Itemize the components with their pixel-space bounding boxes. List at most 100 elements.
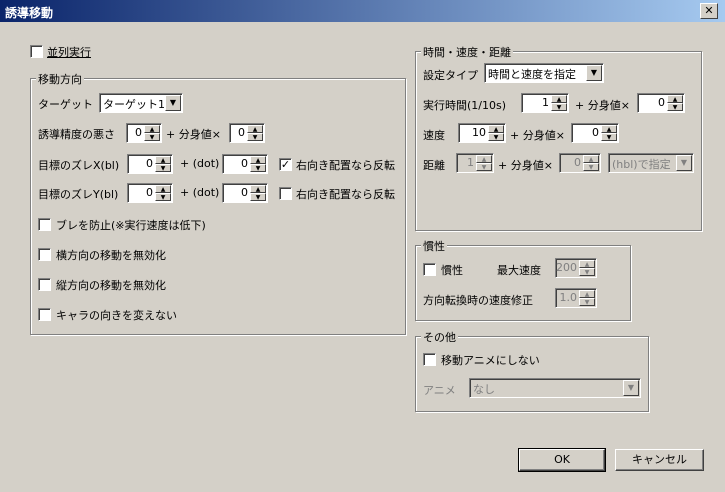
distance-spinner[interactable]: 1 ▲ ▼ [456, 153, 494, 173]
max-speed-label: 最大速度 [497, 264, 541, 277]
spin-down-icon[interactable]: ▼ [551, 103, 567, 111]
disable-vertical-label: 縦方向の移動を無効化 [56, 279, 166, 292]
distance-label: 距離 [423, 159, 445, 172]
accuracy-plus-label: + 分身値× [166, 128, 221, 141]
max-speed-spinner[interactable]: 200 ▲ ▼ [555, 258, 597, 278]
turn-speed-label: 方向転換時の速度修正 [423, 294, 533, 307]
spin-down-icon[interactable]: ▼ [488, 133, 504, 141]
setting-type-value: 時間と速度を指定 [488, 68, 576, 81]
exec-time-spinner[interactable]: 1 ▲ ▼ [521, 93, 569, 113]
spin-down-icon[interactable]: ▼ [155, 193, 171, 201]
spin-up-icon[interactable]: ▲ [667, 95, 683, 103]
chevron-down-icon[interactable]: ▼ [586, 65, 602, 81]
offset-y-spinner[interactable]: 0 ▲ ▼ [127, 183, 173, 203]
accuracy-spinner[interactable]: 0 ▲ ▼ [126, 123, 162, 143]
spin-down-icon[interactable]: ▼ [250, 193, 266, 201]
spin-up-icon[interactable]: ▲ [247, 125, 263, 133]
offset-y-dot-spinner[interactable]: 0 ▲ ▼ [222, 183, 268, 203]
max-speed-value: 200 [556, 261, 577, 274]
close-button[interactable]: ✕ [700, 3, 718, 19]
accuracy-bunshin-spinner[interactable]: 0 ▲ ▼ [229, 123, 265, 143]
spin-up-icon[interactable]: ▲ [579, 290, 595, 298]
offset-y-dot-value: 0 [241, 186, 248, 199]
disable-horizontal-label: 横方向の移動を無効化 [56, 249, 166, 262]
exec-time-bunshin-value: 0 [658, 96, 665, 109]
spin-up-icon[interactable]: ▲ [155, 156, 171, 164]
flip-x-checkbox[interactable]: ✓ [279, 158, 292, 171]
distance-bunshin-value: 0 [574, 156, 581, 169]
distance-unit-value: (hbl)で指定 [612, 158, 671, 171]
speed-bunshin-value: 0 [592, 126, 599, 139]
disable-horizontal-checkbox[interactable] [38, 248, 51, 261]
no-anim-label: 移動アニメにしない [441, 354, 540, 367]
spin-up-icon[interactable]: ▲ [476, 155, 492, 163]
offset-x-dot-spinner[interactable]: 0 ▲ ▼ [222, 154, 268, 174]
spin-up-icon[interactable]: ▲ [579, 260, 595, 268]
parallel-label: 並列実行 [47, 46, 91, 59]
spin-up-icon[interactable]: ▲ [250, 185, 266, 193]
exec-time-bunshin-spinner[interactable]: 0 ▲ ▼ [637, 93, 685, 113]
accuracy-bunshin-value: 0 [238, 126, 245, 139]
inertia-group [415, 245, 631, 321]
spin-down-icon[interactable]: ▼ [583, 163, 599, 171]
speed-spinner[interactable]: 10 ▲ ▼ [458, 123, 506, 143]
flip-x-label: 右向き配置なら反転 [296, 159, 395, 172]
prevent-jitter-label: ブレを防止(※実行速度は低下) [56, 219, 206, 232]
offset-x-dot-value: 0 [241, 157, 248, 170]
spin-down-icon[interactable]: ▼ [250, 164, 266, 172]
spin-up-icon[interactable]: ▲ [144, 125, 160, 133]
keep-direction-checkbox[interactable] [38, 308, 51, 321]
spin-down-icon[interactable]: ▼ [144, 133, 160, 141]
speed-bunshin-spinner[interactable]: 0 ▲ ▼ [571, 123, 619, 143]
setting-type-select[interactable]: 時間と速度を指定 ▼ [484, 63, 604, 83]
offset-x-dot-label: + (dot) [180, 157, 220, 170]
target-label: ターゲット [38, 98, 93, 111]
target-select[interactable]: ターゲット1 ▼ [99, 93, 183, 113]
spin-down-icon[interactable]: ▼ [601, 133, 617, 141]
anime-select[interactable]: なし ▼ [469, 378, 641, 398]
spin-up-icon[interactable]: ▲ [155, 185, 171, 193]
cancel-button[interactable]: キャンセル [615, 449, 704, 471]
offset-x-label: 目標のズレX(bl) [38, 159, 120, 172]
exec-time-label: 実行時間(1/10s) [423, 99, 507, 112]
inertia-checkbox[interactable] [423, 263, 436, 276]
other-legend: その他 [421, 329, 458, 345]
spin-up-icon[interactable]: ▲ [250, 156, 266, 164]
spin-down-icon[interactable]: ▼ [155, 164, 171, 172]
spin-down-icon[interactable]: ▼ [579, 268, 595, 276]
flip-y-label: 右向き配置なら反転 [296, 188, 395, 201]
prevent-jitter-checkbox[interactable] [38, 218, 51, 231]
offset-x-value: 0 [146, 157, 153, 170]
move-direction-group [30, 78, 406, 335]
spin-down-icon[interactable]: ▼ [247, 133, 263, 141]
spin-up-icon[interactable]: ▲ [601, 125, 617, 133]
title-bar [0, 0, 725, 22]
setting-type-label: 設定タイプ [423, 69, 478, 82]
offset-x-spinner[interactable]: 0 ▲ ▼ [127, 154, 173, 174]
speed-plus-label: + 分身値× [510, 129, 565, 142]
distance-unit-select[interactable]: (hbl)で指定 ▼ [608, 153, 694, 173]
spin-up-icon[interactable]: ▲ [551, 95, 567, 103]
spin-down-icon[interactable]: ▼ [579, 298, 595, 306]
disable-vertical-checkbox[interactable] [38, 278, 51, 291]
spin-up-icon[interactable]: ▲ [583, 155, 599, 163]
spin-up-icon[interactable]: ▲ [488, 125, 504, 133]
flip-y-checkbox[interactable] [279, 187, 292, 200]
target-select-value: ターゲット1 [103, 98, 165, 111]
chevron-down-icon[interactable]: ▼ [676, 155, 692, 171]
no-anim-checkbox[interactable] [423, 353, 436, 366]
spin-down-icon[interactable]: ▼ [476, 163, 492, 171]
turn-speed-spinner[interactable]: 1.0 ▲ ▼ [555, 288, 597, 308]
offset-y-value: 0 [146, 186, 153, 199]
exec-time-plus-label: + 分身値× [575, 99, 630, 112]
spin-down-icon[interactable]: ▼ [667, 103, 683, 111]
speed-value: 10 [472, 126, 486, 139]
parallel-checkbox[interactable] [30, 45, 43, 58]
accuracy-label: 誘導精度の悪さ [38, 128, 115, 141]
distance-bunshin-spinner[interactable]: 0 ▲ ▼ [559, 153, 601, 173]
ok-button[interactable]: OK [518, 448, 606, 472]
inertia-label: 慣性 [441, 264, 463, 277]
chevron-down-icon[interactable]: ▼ [165, 95, 181, 111]
chevron-down-icon[interactable]: ▼ [623, 380, 639, 396]
keep-direction-label: キャラの向きを変えない [56, 309, 177, 322]
